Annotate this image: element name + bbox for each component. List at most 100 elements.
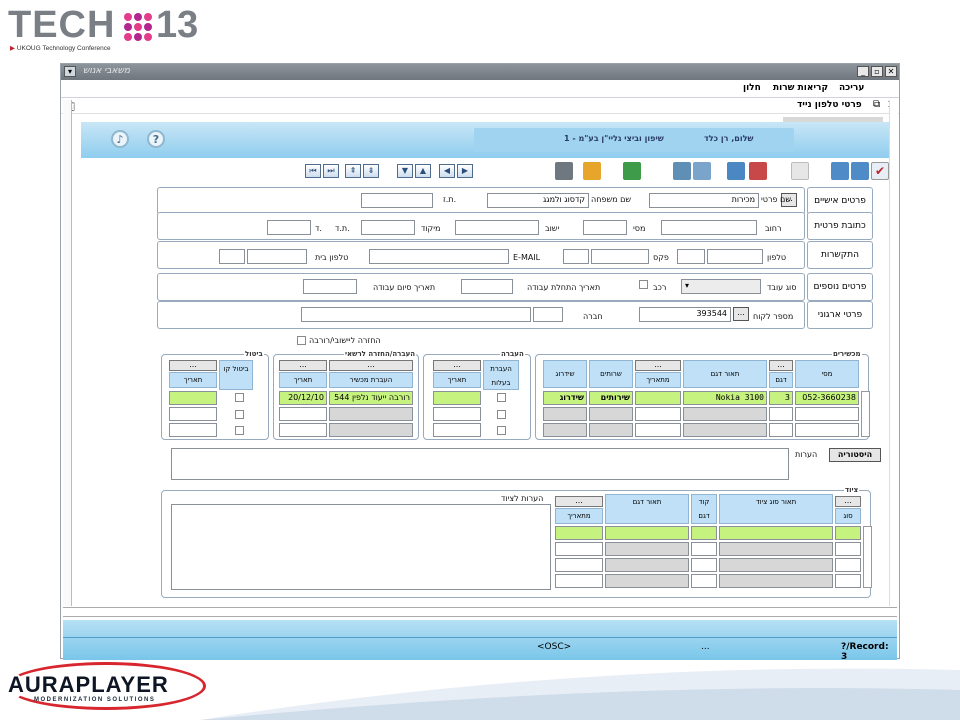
last-name-field[interactable]: קדסוג ולמגג: [487, 193, 589, 208]
cancel-lov-button[interactable]: ...: [169, 360, 217, 371]
equipment-date-cell[interactable]: [555, 542, 603, 556]
search-icon[interactable]: [555, 162, 573, 180]
home-phone-field[interactable]: [247, 249, 307, 264]
house-number-field[interactable]: [583, 220, 627, 235]
nav-first-block-icon[interactable]: ⇞: [345, 164, 361, 178]
equipment-type-cell[interactable]: [835, 526, 861, 540]
close-icon[interactable]: ✕: [885, 66, 897, 77]
cancel-line-checkbox[interactable]: [235, 393, 244, 402]
form-restore-icon[interactable]: ⧉: [873, 99, 880, 110]
print-icon[interactable]: [673, 162, 691, 180]
insert-record-icon[interactable]: [727, 162, 745, 180]
return-checkbox[interactable]: [297, 336, 306, 345]
start-date-field[interactable]: [461, 279, 513, 294]
pobox-field[interactable]: [267, 220, 311, 235]
device-number-cell[interactable]: [795, 423, 859, 437]
home-phone-prefix-field[interactable]: [219, 249, 245, 264]
car-checkbox[interactable]: [639, 280, 648, 289]
first-name-field[interactable]: מכירות: [649, 193, 759, 208]
transfer-return-date-cell[interactable]: [279, 407, 327, 421]
nav-next-icon[interactable]: ▶: [457, 164, 473, 178]
transfer-date-cell[interactable]: [433, 423, 481, 437]
employee-type-select[interactable]: ▾: [681, 279, 761, 294]
cancel-line-checkbox[interactable]: [235, 426, 244, 435]
device-from-date-cell[interactable]: [635, 391, 681, 405]
customer-lov-button[interactable]: ...: [733, 307, 749, 321]
equipment-model-code-cell[interactable]: [691, 574, 717, 588]
device-model-cell[interactable]: [769, 407, 793, 421]
equipment-scrollbar[interactable]: [863, 526, 872, 588]
zip-field[interactable]: [361, 220, 415, 235]
device-model-cell[interactable]: 3: [769, 391, 793, 405]
restore-icon[interactable]: ▫: [871, 66, 883, 77]
commit-check-icon[interactable]: ✔: [871, 162, 889, 180]
company-code-field[interactable]: [533, 307, 563, 322]
nav-last-icon[interactable]: ⏭: [323, 164, 339, 178]
transfer-device-lov-button[interactable]: ...: [329, 360, 413, 371]
equipment-model-code-cell[interactable]: [691, 526, 717, 540]
equipment-model-desc-cell[interactable]: [605, 526, 689, 540]
transfer-lov-button[interactable]: ...: [433, 360, 481, 371]
horizontal-scrollbar[interactable]: [63, 607, 897, 617]
nav-prev-icon[interactable]: ◀: [439, 164, 455, 178]
equipment-date-lov-button[interactable]: ...: [555, 496, 603, 507]
equipment-model-code-cell[interactable]: [691, 542, 717, 556]
equipment-date-cell[interactable]: [555, 574, 603, 588]
nav-down-icon[interactable]: ▼: [397, 164, 413, 178]
nav-first-icon[interactable]: ⏮: [305, 164, 321, 178]
fax-field[interactable]: [591, 249, 649, 264]
device-upgrade-cell[interactable]: שידרוג: [543, 391, 587, 405]
save-icon[interactable]: [583, 162, 601, 180]
cancel-date-cell[interactable]: [169, 423, 217, 437]
transfer-checkbox[interactable]: [497, 410, 506, 419]
cancel-date-cell[interactable]: [169, 407, 217, 421]
minimize-icon[interactable]: _: [857, 66, 869, 77]
equipment-date-cell[interactable]: [555, 558, 603, 572]
transfer-return-date-cell[interactable]: 20/12/10: [279, 391, 327, 405]
city-field[interactable]: [455, 220, 539, 235]
device-date-lov-button[interactable]: ...: [635, 360, 681, 371]
notes-textarea[interactable]: [171, 448, 789, 480]
equipment-type-desc-cell[interactable]: [719, 526, 833, 540]
help-icon[interactable]: ?: [147, 130, 165, 148]
equipment-notes-textarea[interactable]: [171, 504, 551, 590]
device-from-date-cell[interactable]: [635, 407, 681, 421]
execute-icon[interactable]: [851, 162, 869, 180]
equipment-type-cell[interactable]: [835, 574, 861, 588]
transfer-checkbox[interactable]: [497, 393, 506, 402]
device-number-cell[interactable]: 052-3660238: [795, 391, 859, 405]
street-field[interactable]: [661, 220, 757, 235]
equipment-type-cell[interactable]: [835, 558, 861, 572]
nav-last-block-icon[interactable]: ⇟: [363, 164, 379, 178]
copy-icon[interactable]: [693, 162, 711, 180]
customer-number-field[interactable]: 393544: [639, 307, 731, 322]
transfer-date-cell[interactable]: [433, 391, 481, 405]
equipment-date-cell[interactable]: [555, 526, 603, 540]
device-model-lov-button[interactable]: ...: [769, 360, 793, 371]
device-number-cell[interactable]: [795, 407, 859, 421]
sound-icon[interactable]: ♪: [111, 130, 129, 148]
cancel-date-cell[interactable]: [169, 391, 217, 405]
equipment-model-code-cell[interactable]: [691, 558, 717, 572]
form-right-scrollbar[interactable]: [889, 100, 898, 606]
transfer-return-date-cell[interactable]: [279, 423, 327, 437]
nav-up-icon[interactable]: ▲: [415, 164, 431, 178]
equipment-type-cell[interactable]: [835, 542, 861, 556]
device-model-desc-cell[interactable]: Nokia 3100: [683, 391, 767, 405]
device-services-cell[interactable]: שירותים: [589, 391, 633, 405]
history-button[interactable]: היסטוריה: [829, 448, 881, 462]
equipment-type-lov-button[interactable]: ...: [835, 496, 861, 507]
device-from-date-cell[interactable]: [635, 423, 681, 437]
delete-record-icon[interactable]: [749, 162, 767, 180]
menu-item-window[interactable]: חלון: [743, 83, 761, 93]
company-name-field[interactable]: [301, 307, 531, 322]
phone-prefix-field[interactable]: [677, 249, 705, 264]
fax-prefix-field[interactable]: [563, 249, 589, 264]
transfer-checkbox[interactable]: [497, 426, 506, 435]
end-date-field[interactable]: [303, 279, 357, 294]
phone-field[interactable]: [707, 249, 763, 264]
menu-item-service[interactable]: קריאות שרות: [773, 83, 828, 93]
form-vertical-scrollbar[interactable]: [63, 100, 72, 606]
device-model-cell[interactable]: [769, 423, 793, 437]
excel-icon[interactable]: [623, 162, 641, 180]
